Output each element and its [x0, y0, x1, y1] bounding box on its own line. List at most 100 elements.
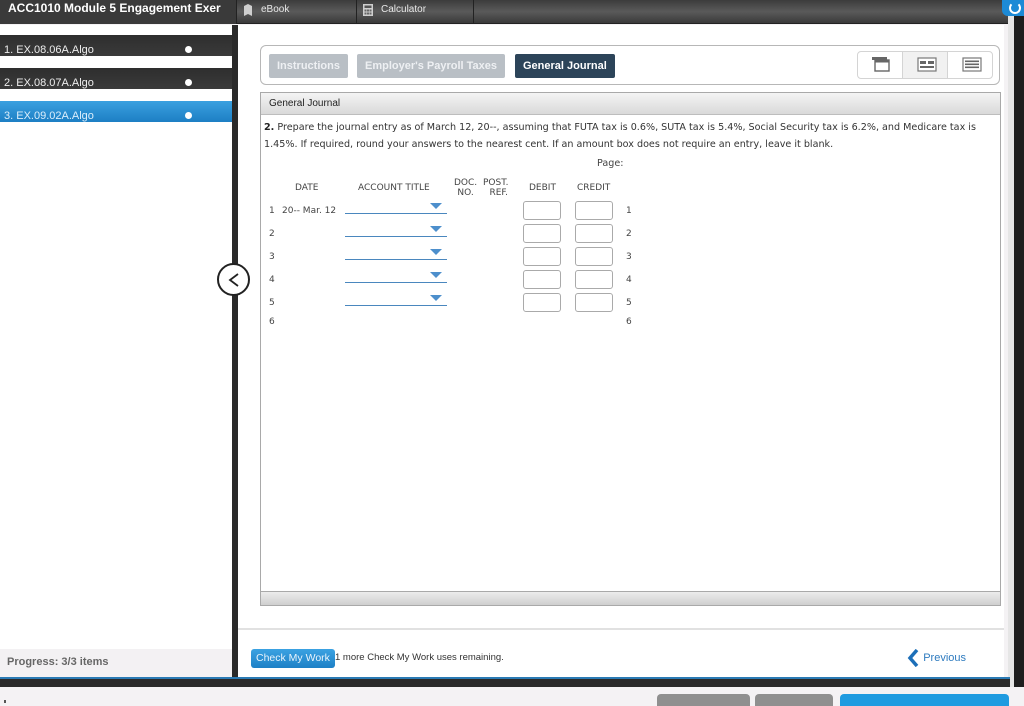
- dropdown-caret-icon: [430, 203, 442, 209]
- header-post-line1: POST.: [483, 178, 509, 188]
- account-title-dropdown[interactable]: [345, 249, 447, 260]
- split-view-button[interactable]: [903, 52, 948, 78]
- account-title-dropdown[interactable]: [345, 226, 447, 237]
- row-number: 1: [269, 206, 275, 216]
- full-view-button[interactable]: [948, 52, 992, 78]
- main-panel: Instructions Employer's Payroll Taxes Ge…: [238, 25, 1004, 677]
- bottom-divider: [0, 677, 1010, 687]
- split-view-icon: [917, 57, 937, 72]
- chevron-left-icon: [907, 649, 919, 667]
- row-number: 6: [269, 317, 275, 327]
- row-number: 2: [269, 229, 275, 239]
- tab-employers-payroll-taxes[interactable]: Employer's Payroll Taxes: [357, 54, 506, 78]
- credit-input[interactable]: [575, 270, 613, 289]
- overlay-view-icon: [872, 57, 890, 72]
- footer-bar: [0, 687, 1024, 706]
- header-post-line2: REF.: [489, 188, 509, 198]
- debit-input[interactable]: [523, 247, 561, 266]
- header-post-ref: POST. REF.: [483, 178, 509, 198]
- header-doc-line1: DOC.: [454, 178, 478, 188]
- journal-row: 1 20-- Mar. 12 1: [261, 201, 1000, 223]
- tab-general-journal[interactable]: General Journal: [515, 54, 615, 78]
- row-number-right: 5: [626, 298, 632, 308]
- status-dot-icon: [185, 46, 192, 53]
- full-view-icon: [962, 57, 982, 72]
- header-account-title: ACCOUNT TITLE: [358, 183, 430, 193]
- ebook-tab[interactable]: eBook: [236, 0, 356, 24]
- credit-input[interactable]: [575, 247, 613, 266]
- debit-input[interactable]: [523, 224, 561, 243]
- row-number-right: 4: [626, 275, 632, 285]
- debit-input[interactable]: [523, 270, 561, 289]
- progress-text: Progress: 3/3 items: [0, 649, 232, 677]
- row-number: 3: [269, 252, 275, 262]
- check-my-work-button[interactable]: Check My Work: [251, 649, 335, 668]
- row-date: 20-- Mar. 12: [282, 206, 337, 216]
- row-number: 4: [269, 275, 275, 285]
- header-date: DATE: [295, 183, 319, 193]
- footer-status-truncated: [4, 695, 100, 703]
- tab-instructions[interactable]: Instructions: [269, 54, 348, 78]
- sidebar-item-label: 1. EX.08.06A.Algo: [4, 44, 94, 56]
- sidebar-item-label: 3. EX.09.02A.Algo: [4, 110, 94, 122]
- journal-row: 6 6: [261, 312, 1000, 334]
- question-number: 2.: [264, 122, 275, 133]
- check-remaining-text: 1 more Check My Work uses remaining.: [335, 652, 504, 663]
- sidebar-item-2[interactable]: 2. EX.08.07A.Algo: [0, 63, 232, 89]
- panel-footer: [261, 591, 1000, 605]
- row-number-right: 3: [626, 252, 632, 262]
- account-title-dropdown[interactable]: [345, 295, 447, 306]
- calculator-label: Calculator: [381, 4, 427, 15]
- row-number: 5: [269, 298, 275, 308]
- question-sidebar: 1. EX.08.06A.Algo 2. EX.08.07A.Algo 3. E…: [0, 25, 232, 677]
- ebook-label: eBook: [261, 4, 290, 15]
- dropdown-caret-icon: [430, 295, 442, 301]
- header-debit: DEBIT: [529, 183, 556, 193]
- footer-button-1[interactable]: [657, 694, 750, 706]
- dropdown-caret-icon: [430, 272, 442, 278]
- header-doc-line2: NO.: [457, 188, 474, 198]
- calculator-tab[interactable]: Calculator: [356, 0, 474, 24]
- help-badge-icon[interactable]: [1002, 0, 1024, 16]
- sidebar-item-1[interactable]: 1. EX.08.06A.Algo: [0, 30, 232, 56]
- dropdown-caret-icon: [430, 249, 442, 255]
- status-dot-icon: [185, 112, 192, 119]
- row-number-right: 2: [626, 229, 632, 239]
- journal-row: 4 4: [261, 270, 1000, 292]
- journal-row: 3 3: [261, 247, 1000, 269]
- collapse-sidebar-button[interactable]: [217, 263, 250, 296]
- row-number-right: 6: [626, 317, 632, 327]
- calculator-icon: [363, 4, 373, 16]
- sidebar-item-label: 2. EX.08.07A.Algo: [4, 77, 94, 89]
- sidebar-item-3[interactable]: 3. EX.09.02A.Algo: [0, 96, 232, 122]
- page-label: Page:: [597, 158, 624, 169]
- status-dot-icon: [185, 79, 192, 86]
- top-bar: ACC1010 Module 5 Engagement Exer eBook C…: [0, 0, 1010, 24]
- action-bar: Check My Work 1 more Check My Work uses …: [238, 628, 1004, 677]
- book-icon: [244, 4, 252, 16]
- scrollbar[interactable]: [1008, 16, 1024, 688]
- question-tabbar: Instructions Employer's Payroll Taxes Ge…: [260, 45, 1000, 85]
- assignment-title: ACC1010 Module 5 Engagement Exer: [0, 0, 236, 24]
- previous-button[interactable]: Previous: [907, 647, 966, 669]
- account-title-dropdown[interactable]: [345, 203, 447, 214]
- account-title-dropdown[interactable]: [345, 272, 447, 283]
- overlay-view-button[interactable]: [858, 52, 903, 78]
- footer-button-3[interactable]: [840, 694, 1009, 706]
- header-credit: CREDIT: [577, 183, 611, 193]
- question-text: Prepare the journal entry as of March 12…: [264, 122, 976, 150]
- panel-title: General Journal: [261, 93, 1000, 115]
- row-number-right: 1: [626, 206, 632, 216]
- header-doc-no: DOC. NO.: [454, 178, 477, 198]
- credit-input[interactable]: [575, 201, 613, 220]
- chevron-left-icon: [228, 273, 239, 287]
- view-mode-group: [857, 51, 993, 79]
- debit-input[interactable]: [523, 201, 561, 220]
- journal-row: 2 2: [261, 224, 1000, 246]
- dropdown-caret-icon: [430, 226, 442, 232]
- credit-input[interactable]: [575, 224, 613, 243]
- credit-input[interactable]: [575, 293, 613, 312]
- footer-button-2[interactable]: [755, 694, 833, 706]
- debit-input[interactable]: [523, 293, 561, 312]
- previous-label: Previous: [923, 652, 966, 664]
